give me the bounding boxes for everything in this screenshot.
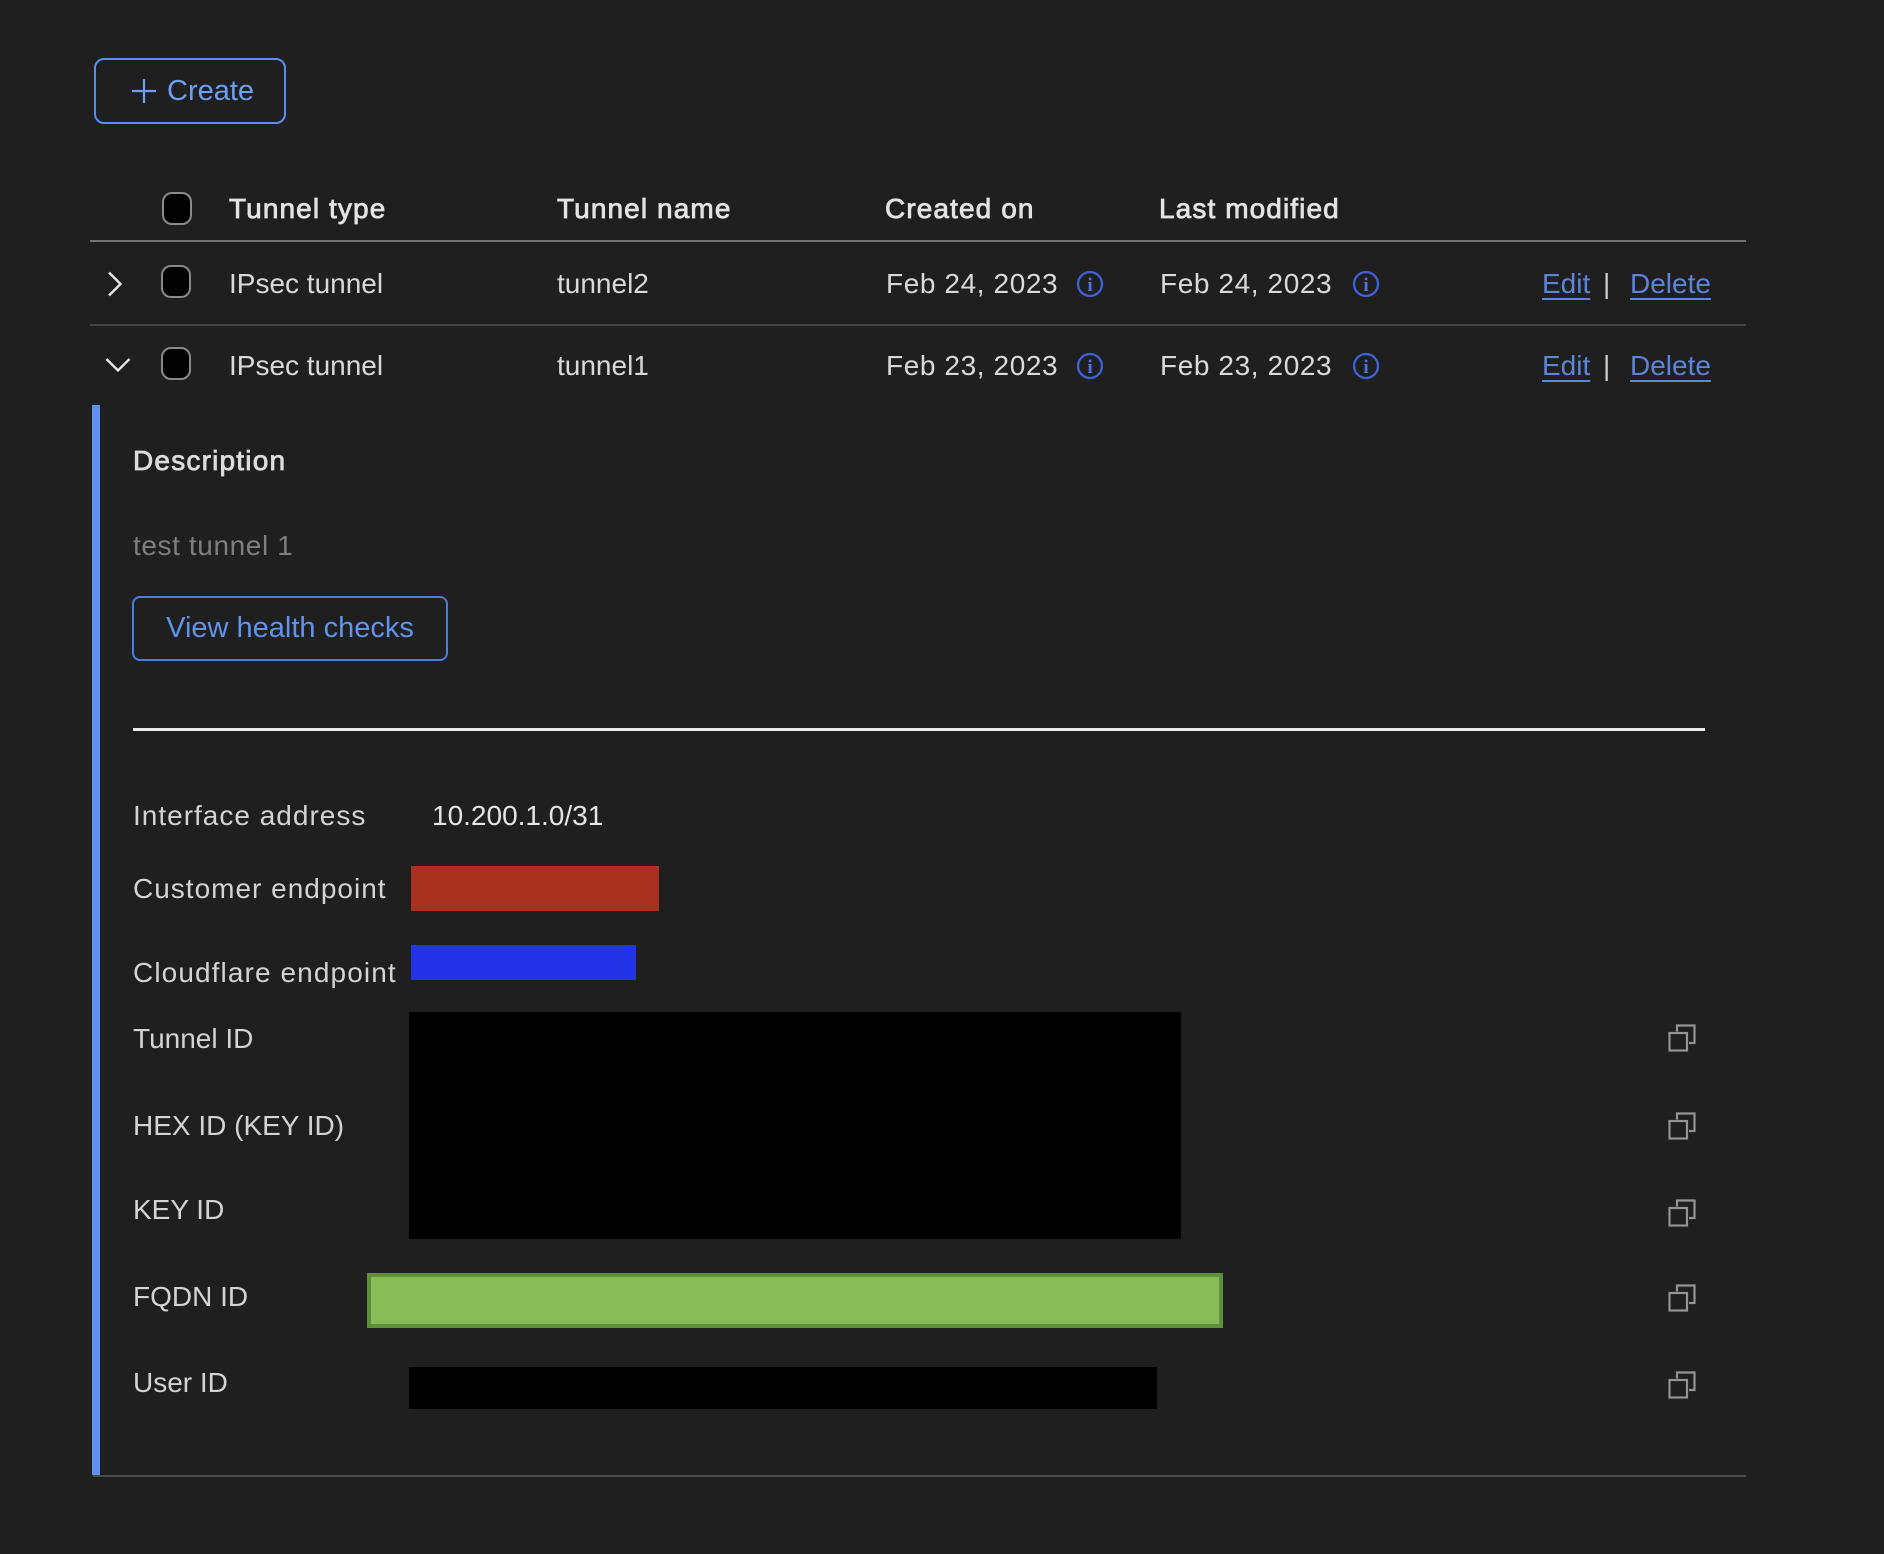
svg-text:i: i (1363, 357, 1368, 378)
svg-text:i: i (1087, 357, 1092, 378)
svg-text:i: i (1087, 275, 1092, 296)
svg-text:i: i (1363, 275, 1368, 296)
